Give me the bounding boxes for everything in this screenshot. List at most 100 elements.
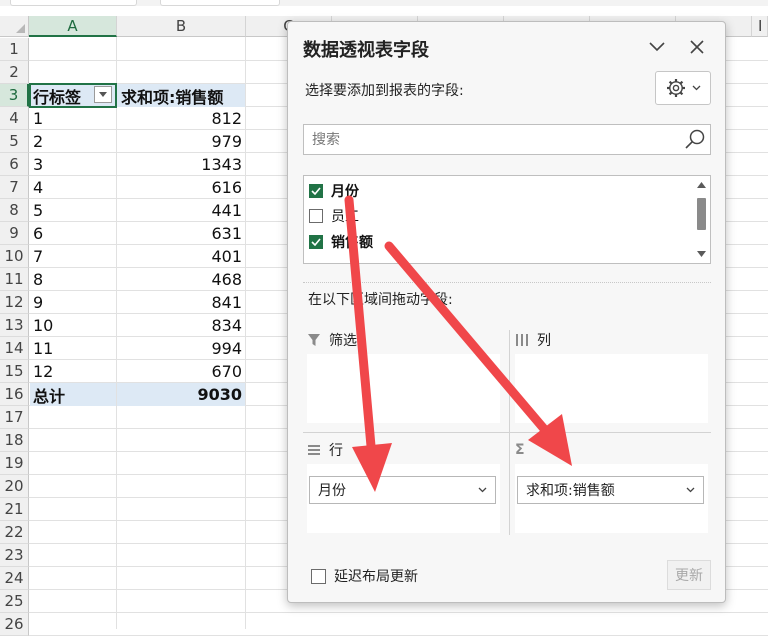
filter-drop-zone[interactable] [307,354,500,423]
pivot-row-label[interactable]: 8 [30,268,116,291]
tools-button[interactable] [655,71,711,105]
columns-area-text: 列 [537,333,551,349]
pivot-row-label[interactable]: 9 [30,291,116,314]
row-header[interactable]: 15 [0,360,29,383]
chevron-down-icon[interactable] [478,487,487,493]
columns-icon [516,334,528,346]
rows-area[interactable]: 行 月份 [307,438,500,533]
chevron-down-icon[interactable] [646,36,668,58]
row-header[interactable]: 2 [0,61,29,84]
window-tab[interactable] [10,0,137,6]
pivot-row-value[interactable]: 401 [117,245,245,268]
row-header[interactable]: 14 [0,337,29,360]
pivot-row-value[interactable]: 441 [117,199,245,222]
pivot-row-label[interactable]: 11 [30,337,116,360]
update-button[interactable]: 更新 [667,560,711,590]
row-header[interactable]: 7 [0,176,29,199]
row-header[interactable]: 20 [0,475,29,498]
pivot-row-label[interactable]: 3 [30,153,116,176]
row-header[interactable]: 6 [0,153,29,176]
row-header[interactable]: 8 [0,199,29,222]
row-header[interactable]: 1 [0,38,29,61]
field-label: 员工 [331,209,359,225]
window-tab[interactable] [160,0,280,6]
field-list-scrollbar[interactable] [694,178,708,261]
pivot-row-value[interactable]: 812 [117,107,245,130]
grid-line [245,37,246,629]
checkbox-unchecked-icon[interactable] [309,209,323,223]
pivot-filter-dropdown-icon[interactable] [94,86,112,103]
pivot-row-label[interactable]: 7 [30,245,116,268]
filter-area[interactable]: 筛选 [307,328,500,423]
column-header-b[interactable]: B [117,16,246,37]
pivot-row-value[interactable]: 616 [117,176,245,199]
scroll-down-icon[interactable] [696,250,707,258]
pivot-row-label[interactable]: 10 [30,314,116,337]
row-header[interactable]: 16 [0,383,29,406]
pivot-value-header[interactable]: 求和项:销售额 [117,84,245,107]
pivot-row-label[interactable]: 5 [30,199,116,222]
row-header[interactable]: 4 [0,107,29,130]
search-icon[interactable] [683,127,707,151]
pivot-row-value[interactable]: 994 [117,337,245,360]
sigma-icon: Σ [515,442,525,458]
checkbox-checked-icon[interactable] [309,235,323,249]
pivot-row-label[interactable]: 12 [30,360,116,383]
field-item-month[interactable]: 月份 [309,179,359,203]
chevron-down-icon[interactable] [686,487,695,493]
scroll-up-icon[interactable] [696,181,707,189]
checkbox-checked-icon[interactable] [309,184,323,198]
pivot-row-label[interactable]: 4 [30,176,116,199]
scrollbar-thumb[interactable] [697,198,706,230]
pivot-row-value[interactable]: 979 [117,130,245,153]
search-input[interactable] [303,124,711,155]
row-header[interactable]: 19 [0,452,29,475]
checkbox-unchecked-icon[interactable] [311,568,326,584]
field-item-employee[interactable]: 员工 [309,204,359,228]
row-header[interactable]: 12 [0,291,29,314]
select-all-corner[interactable] [0,16,29,37]
row-header[interactable]: 11 [0,268,29,291]
row-header[interactable]: 25 [0,590,29,613]
pivot-row-value[interactable]: 670 [117,360,245,383]
pivot-row-value[interactable]: 841 [117,291,245,314]
pivot-row-label[interactable]: 1 [30,107,116,130]
close-icon[interactable] [686,36,708,58]
row-header[interactable]: 18 [0,429,29,452]
row-header[interactable]: 5 [0,130,29,153]
rows-icon [308,445,320,455]
defer-layout-update[interactable]: 延迟布局更新 [311,566,418,586]
row-header[interactable]: 9 [0,222,29,245]
pivot-row-value[interactable]: 468 [117,268,245,291]
values-area-label: Σ [515,438,525,462]
rows-field-label: 月份 [318,483,346,499]
row-header[interactable]: 22 [0,521,29,544]
columns-area[interactable]: 列 [515,328,708,423]
pivot-total-label[interactable]: 总计 [30,383,116,406]
row-header[interactable]: 3 [0,84,29,107]
pivot-row-label[interactable]: 6 [30,222,116,245]
pivot-row-label[interactable]: 2 [30,130,116,153]
row-header[interactable]: 26 [0,613,29,636]
rows-field-month[interactable]: 月份 [309,476,496,504]
pivot-row-value[interactable]: 631 [117,222,245,245]
row-header[interactable]: 13 [0,314,29,337]
row-header[interactable]: 24 [0,567,29,590]
values-area[interactable]: Σ 求和项:销售额 [515,438,708,533]
column-header-i[interactable]: I [752,16,768,37]
columns-drop-zone[interactable] [515,354,708,423]
values-field-sum-sales[interactable]: 求和项:销售额 [517,476,704,504]
area-splitter-horizontal [303,432,711,433]
values-field-label: 求和项:销售额 [526,483,615,499]
rows-area-label: 行 [307,438,343,462]
field-item-sales[interactable]: 销售额 [309,230,373,254]
row-header[interactable]: 23 [0,544,29,567]
row-header[interactable]: 21 [0,498,29,521]
column-header-a[interactable]: A [29,16,117,37]
row-header[interactable]: 10 [0,245,29,268]
pivot-row-value[interactable]: 834 [117,314,245,337]
pivot-total-value[interactable]: 9030 [117,383,245,406]
field-label: 销售额 [331,235,373,251]
row-header[interactable]: 17 [0,406,29,429]
pivot-row-value[interactable]: 1343 [117,153,245,176]
